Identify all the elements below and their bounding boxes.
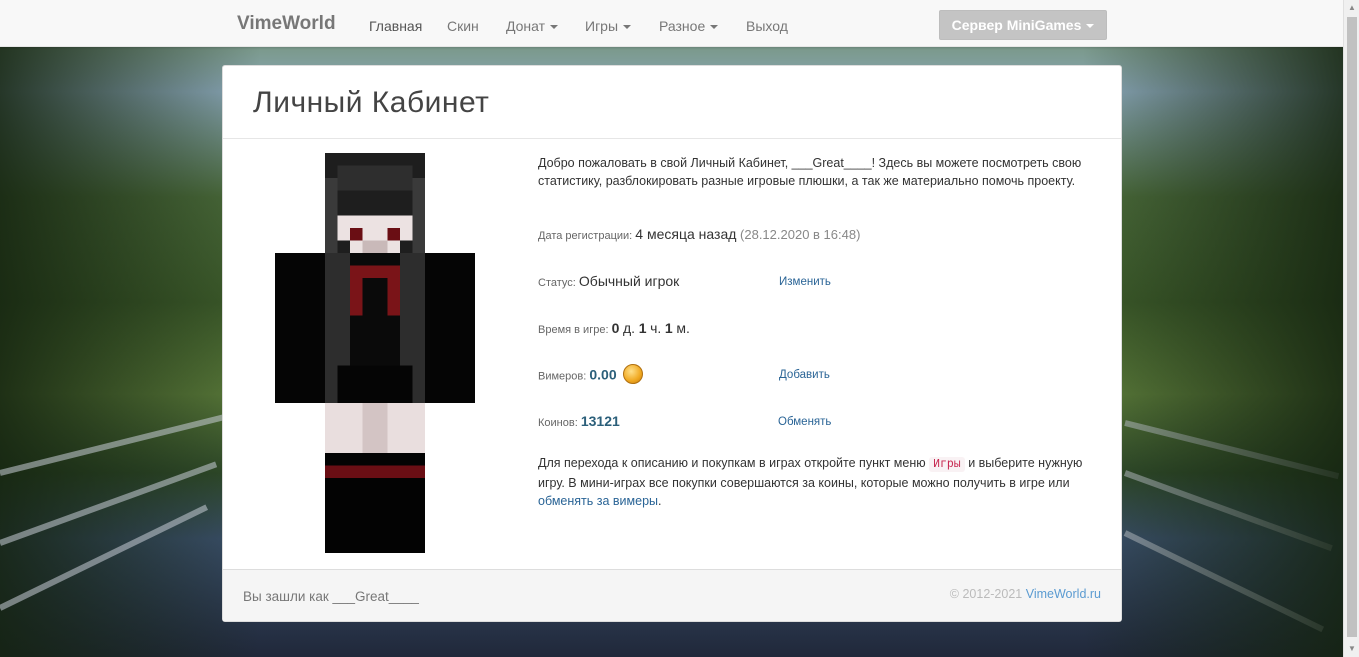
welcome-text: Добро пожаловать в свой Личный Кабинет, … xyxy=(538,156,1082,188)
nav-home[interactable]: Главная xyxy=(369,18,422,34)
caret-down-icon xyxy=(623,25,632,30)
logged-in-as-text: Вы зашли как ___Great____ xyxy=(243,589,419,604)
server-button-label: Сервер MiniGames xyxy=(951,17,1082,33)
status-value: Обычный игрок xyxy=(578,273,680,289)
caret-down-icon xyxy=(550,25,559,30)
playtime-minutes-unit: м. xyxy=(676,320,690,336)
caret-down-icon xyxy=(710,25,719,30)
nav-logout[interactable]: Выход xyxy=(746,18,788,34)
playtime-label: Время в игре xyxy=(538,324,606,336)
coins-row: Коинов: 13121 Обменять xyxy=(538,413,832,429)
coins-value: 13121 xyxy=(580,413,620,429)
vimers-row: Вимеров: 0.00 Добавить xyxy=(538,364,1098,388)
registration-label: Дата регистрации xyxy=(538,230,630,242)
nav-games[interactable]: Игры xyxy=(585,18,632,34)
site-link[interactable]: VimeWorld.ru xyxy=(1026,587,1101,601)
panel-footer: Вы зашли как ___Great____ © 2012-2021 Vi… xyxy=(223,569,1121,621)
playtime-minutes: 1 xyxy=(664,320,673,336)
note-text-1: Для перехода к описанию и покупкам в игр… xyxy=(538,456,926,470)
change-status-link[interactable]: Изменить xyxy=(779,276,831,288)
server-select-button[interactable]: Сервер MiniGames xyxy=(939,10,1107,40)
nav-donate-label: Донат xyxy=(506,18,546,34)
nav-donate[interactable]: Донат xyxy=(506,18,559,34)
top-navbar: VimeWorld Главная Скин Донат Игры Разное… xyxy=(0,0,1343,47)
playtime-days-unit: д. xyxy=(623,320,636,336)
account-panel: Личный Кабинет Добро пожаловать в свой Л… xyxy=(222,65,1122,622)
nav-games-label: Игры xyxy=(585,18,619,34)
copyright-text: © 2012-2021 xyxy=(949,587,1023,601)
playtime-days: 0 xyxy=(611,320,620,336)
coins-label: Коинов xyxy=(538,417,575,429)
add-vimers-link[interactable]: Добавить xyxy=(779,369,830,381)
status-label: Статус xyxy=(538,277,573,289)
nav-misc[interactable]: Разное xyxy=(659,18,719,34)
nav-misc-label: Разное xyxy=(659,18,706,34)
playtime-row: Время в игре: 0 д. 1 ч. 1 м. xyxy=(538,320,690,336)
exchange-vimers-link[interactable]: обменять за вимеры xyxy=(538,494,658,508)
status-row: Статус: Обычный игрок Изменить xyxy=(538,273,831,289)
scroll-down-icon[interactable]: ▼ xyxy=(1344,641,1359,657)
registration-date: (28.12.2020 в 16:48) xyxy=(740,227,861,242)
copyright: © 2012-2021 VimeWorld.ru xyxy=(950,587,1101,601)
scroll-up-icon[interactable]: ▲ xyxy=(1344,0,1359,16)
registration-row: Дата регистрации: 4 месяца назад (28.12.… xyxy=(538,226,861,242)
page-title: Личный Кабинет xyxy=(253,86,490,119)
vimers-label: Вимеров xyxy=(538,370,584,383)
registration-value: 4 месяца назад xyxy=(635,226,737,242)
vimer-coin-icon xyxy=(623,364,644,384)
scroll-thumb[interactable] xyxy=(1347,17,1357,637)
page-scrollbar[interactable]: ▲ ▼ xyxy=(1343,0,1359,657)
brand-logo[interactable]: VimeWorld xyxy=(237,13,336,35)
panel-heading: Личный Кабинет xyxy=(223,66,1121,139)
games-note: Для перехода к описанию и покупкам в игр… xyxy=(538,456,1083,508)
vimers-value: 0.00 xyxy=(589,366,617,383)
nav-skin[interactable]: Скин xyxy=(447,18,479,34)
exchange-coins-link[interactable]: Обменять xyxy=(778,416,831,428)
games-menu-code: Игры xyxy=(929,457,965,472)
playtime-hours-unit: ч. xyxy=(650,320,662,336)
player-skin-image xyxy=(275,153,475,553)
playtime-hours: 1 xyxy=(638,320,647,336)
caret-down-icon xyxy=(1086,24,1095,29)
